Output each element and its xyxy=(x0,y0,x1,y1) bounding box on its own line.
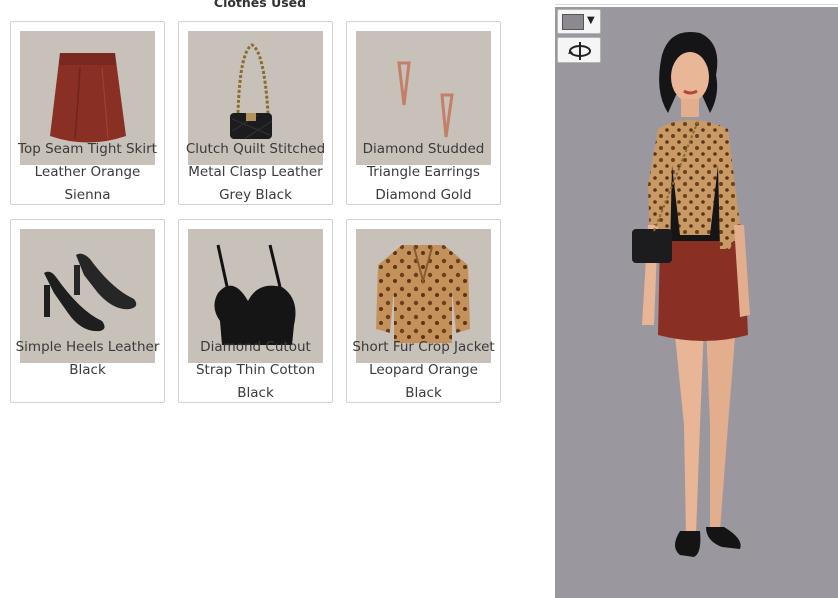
clothing-item-clutch[interactable]: Clutch Quilt Stitched Metal Clasp Leathe… xyxy=(178,21,333,205)
caret-down-icon: ▼ xyxy=(587,15,595,26)
rotate-icon xyxy=(568,42,591,60)
avatar-panel-header xyxy=(555,0,838,5)
item-label: Simple Heels Leather Black xyxy=(15,339,160,378)
item-label: Diamond Cutout Strap Thin Cotton Black xyxy=(195,339,316,401)
item-label: Short Fur Crop Jacket Leopard Orange Bla… xyxy=(352,339,495,401)
color-swatch-icon xyxy=(562,14,584,30)
item-label: Clutch Quilt Stitched Metal Clasp Leathe… xyxy=(185,141,326,203)
clothing-item-jacket[interactable]: Short Fur Crop Jacket Leopard Orange Bla… xyxy=(346,219,501,403)
item-label: Diamond Studded Triangle Earrings Diamon… xyxy=(362,141,485,203)
clothing-item-earrings[interactable]: Diamond Studded Triangle Earrings Diamon… xyxy=(346,21,501,205)
clothes-grid: Top Seam Tight Skirt Leather Orange Sien… xyxy=(0,0,520,420)
item-label: Top Seam Tight Skirt Leather Orange Sien… xyxy=(18,141,157,203)
clothing-item-heels[interactable]: Simple Heels Leather Black xyxy=(10,219,165,403)
background-color-picker[interactable]: ▼ xyxy=(557,9,601,34)
rotate-button[interactable] xyxy=(557,37,601,63)
avatar-figure xyxy=(632,31,750,557)
clothing-item-skirt[interactable]: Top Seam Tight Skirt Leather Orange Sien… xyxy=(10,21,165,205)
clothing-item-top[interactable]: Diamond Cutout Strap Thin Cotton Black xyxy=(178,219,333,403)
